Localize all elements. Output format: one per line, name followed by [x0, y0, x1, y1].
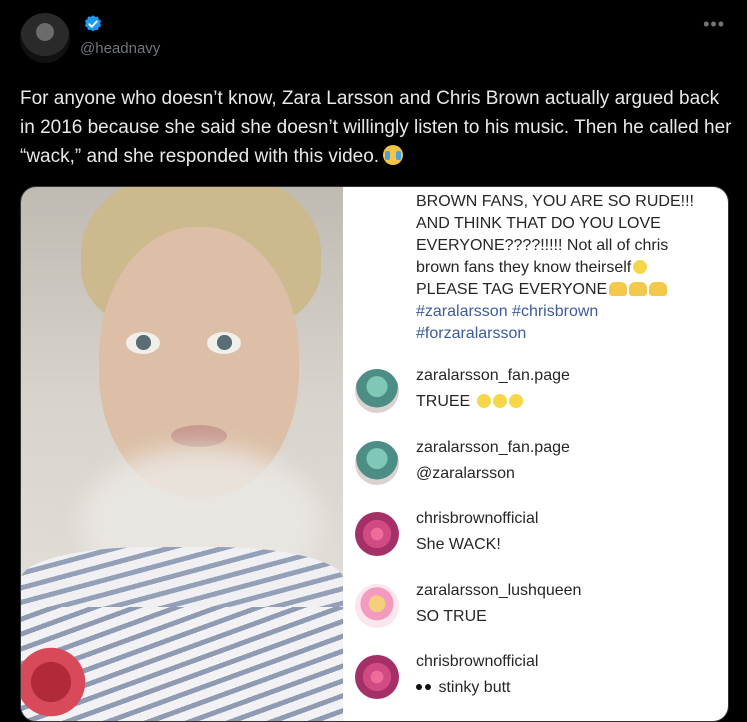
comment-text-content: TRUEE — [416, 393, 471, 410]
caption-line-4-text: brown fans they know theirself — [416, 259, 632, 276]
eyes-emoji-icon — [416, 684, 422, 690]
instagram-comments-screenshot: BROWN FANS, YOU ARE SO RUDE!!! AND THINK… — [343, 187, 728, 721]
thumbs-up-emoji-icon — [492, 394, 507, 408]
photo-lips — [171, 425, 227, 447]
commenter-avatar — [355, 655, 399, 699]
commenter-avatar — [355, 369, 399, 413]
comment-username: chrisbrownofficial — [416, 653, 539, 670]
caption-line-5: PLEASE TAG EVERYONE — [416, 279, 726, 301]
comment-text-content: stinky butt — [438, 679, 511, 696]
comment-row: chrisbrownofficial She WACK! — [343, 510, 728, 570]
tweet-text: For anyone who doesn’t know, Zara Larsso… — [20, 84, 732, 171]
verified-badge-icon — [84, 15, 102, 32]
thumbs-up-emoji-icon — [476, 394, 491, 408]
comment-username: zaralarsson_fan.page — [416, 367, 570, 384]
commenter-avatar — [355, 584, 399, 628]
comment-text: She WACK! — [416, 536, 501, 553]
photo-eye-right — [207, 332, 241, 354]
commenter-avatar — [355, 512, 399, 556]
comment-text: stinky butt — [416, 679, 510, 697]
pray-emoji-icon — [649, 282, 668, 296]
caption-hashtags: #zaralarsson #chrisbrown — [416, 303, 599, 320]
photo-eye-left — [126, 332, 160, 354]
tweet-text-content: For anyone who doesn’t know, Zara Larsso… — [20, 88, 732, 167]
pray-emoji-icon — [609, 282, 628, 296]
post-caption: BROWN FANS, YOU ARE SO RUDE!!! AND THINK… — [416, 191, 726, 345]
tweet-media[interactable]: BROWN FANS, YOU ARE SO RUDE!!! AND THINK… — [20, 186, 729, 722]
eyeroll-emoji-icon — [633, 260, 648, 274]
comment-row: zaralarsson_fan.page TRUEE — [343, 367, 728, 427]
caption-line-4: brown fans they know theirself — [416, 257, 726, 279]
comment-username: zaralarsson_fan.page — [416, 439, 570, 456]
comment-username: zaralarsson_lushqueen — [416, 582, 582, 599]
eyes-emoji-icon — [425, 684, 431, 690]
video-frame-photo — [21, 187, 343, 721]
pray-emoji-icon — [629, 282, 648, 296]
comment-row: zaralarsson_lushqueen SO TRUE — [343, 582, 728, 642]
caption-line: BROWN FANS, YOU ARE SO RUDE!!! — [416, 193, 694, 210]
comment-text: SO TRUE — [416, 608, 487, 625]
comment-username: chrisbrownofficial — [416, 510, 539, 527]
crying-face-icon — [383, 145, 404, 165]
author-handle[interactable]: @headnavy — [80, 40, 160, 57]
caption-line: EVERYONE????!!!!! Not all of chris — [416, 237, 669, 254]
commenter-avatar — [355, 441, 399, 485]
more-options-icon[interactable]: ••• — [703, 14, 725, 35]
author-avatar[interactable] — [20, 13, 70, 63]
comment-row: zaralarsson_fan.page @zaralarsson — [343, 439, 728, 499]
caption-line: AND THINK THAT DO YOU LOVE — [416, 215, 661, 232]
comment-text: @zaralarsson — [416, 465, 515, 482]
caption-hashtags: #forzaralarsson — [416, 325, 527, 342]
comment-row: chrisbrownofficial stinky butt — [343, 653, 728, 713]
thumbs-up-emoji-icon — [508, 394, 523, 408]
comment-text: TRUEE — [416, 393, 523, 411]
caption-line-5-text: PLEASE TAG EVERYONE — [416, 281, 608, 298]
